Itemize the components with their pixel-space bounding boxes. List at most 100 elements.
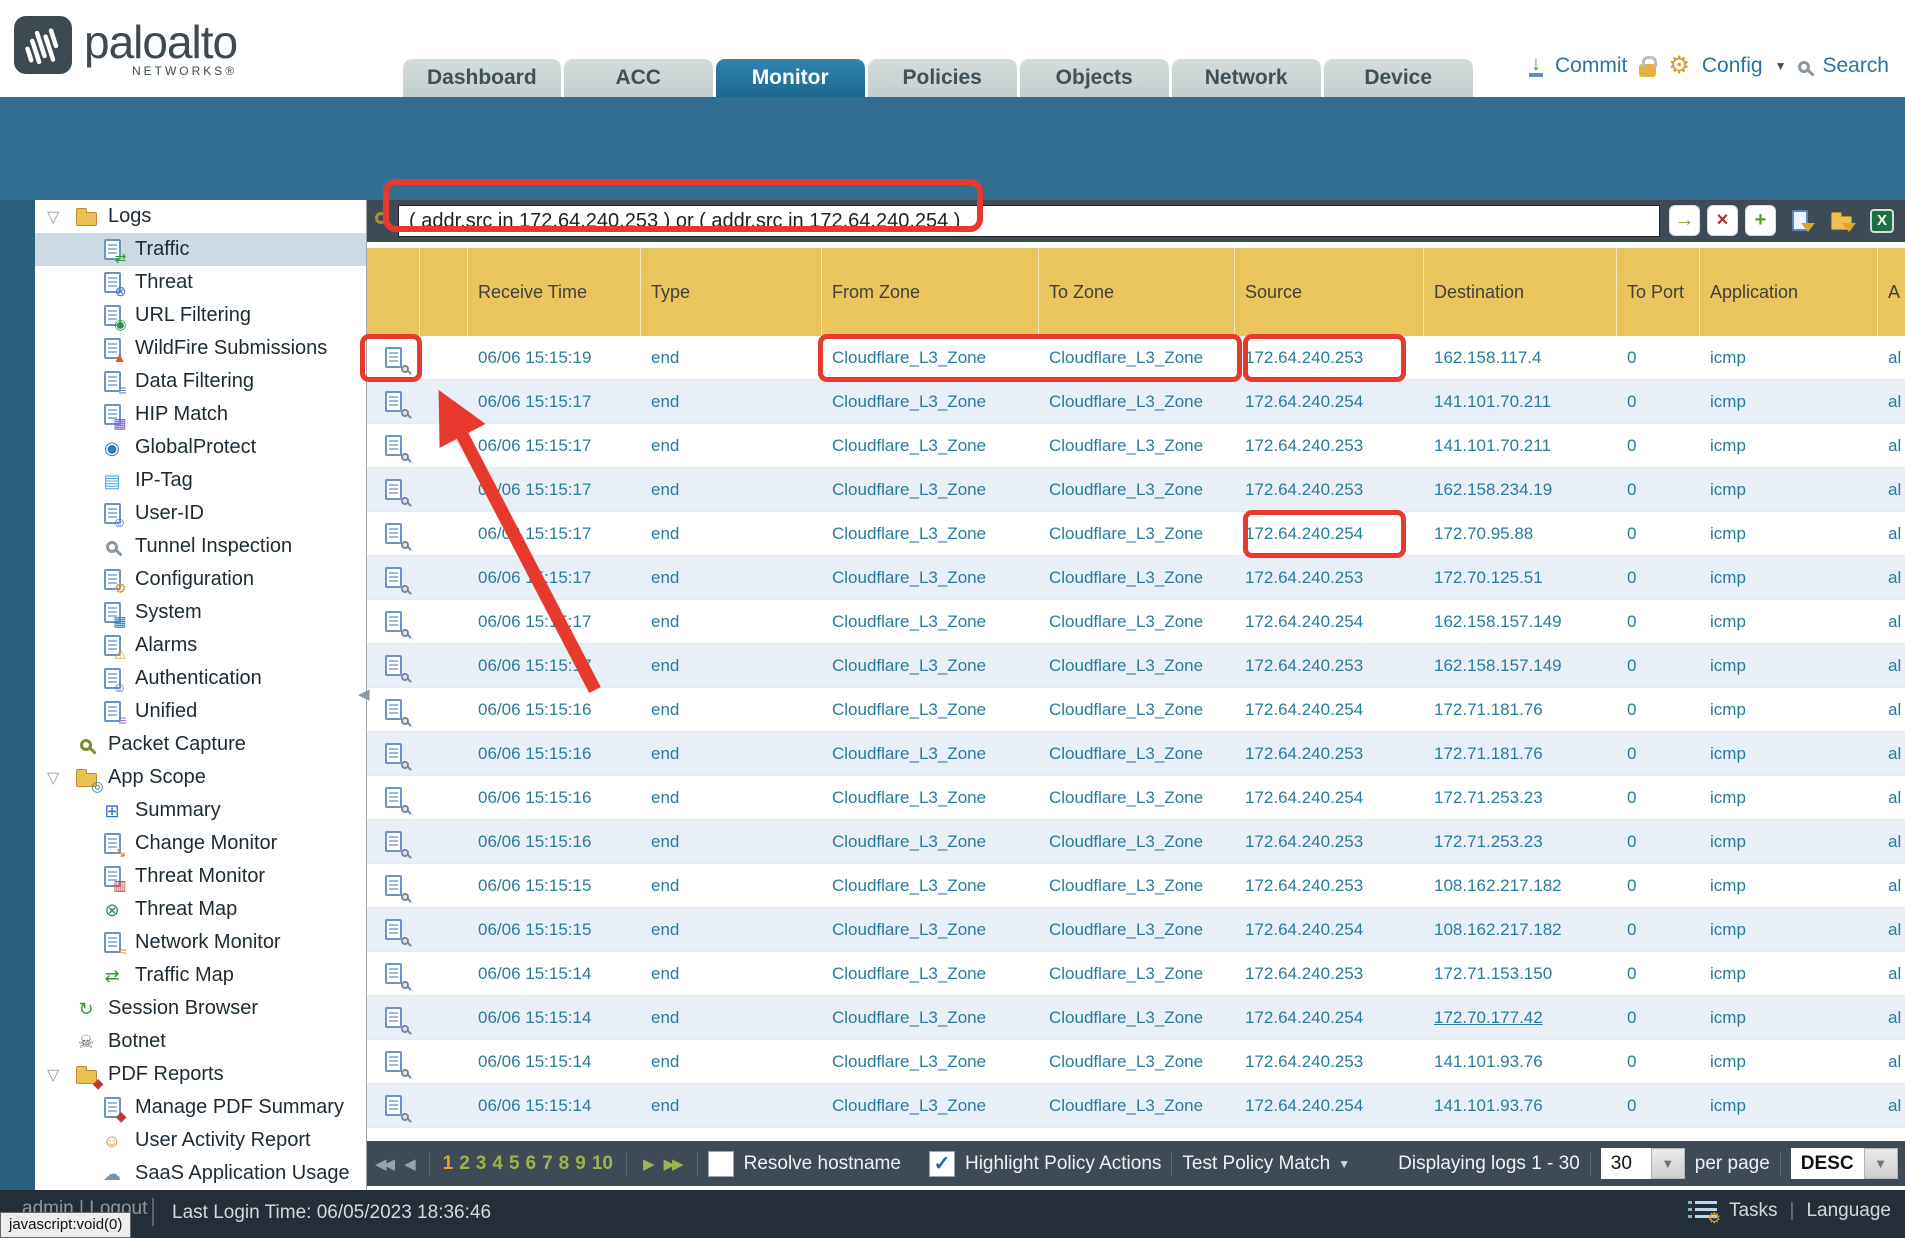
cell-application[interactable]: icmp: [1700, 644, 1878, 687]
resolve-hostname-checkbox[interactable]: [708, 1151, 734, 1177]
filter-builder-button[interactable]: [1783, 205, 1817, 236]
log-detail-button[interactable]: [367, 864, 420, 907]
export-csv-button[interactable]: X: [1865, 205, 1899, 236]
cell-from-zone[interactable]: Cloudflare_L3_Zone: [822, 1084, 1039, 1127]
sidebar-item-session-browser[interactable]: ↻Session Browser: [35, 992, 366, 1025]
log-detail-button[interactable]: [367, 952, 420, 995]
log-row[interactable]: 06/06 15:15:17endCloudflare_L3_ZoneCloud…: [367, 468, 1905, 512]
tab-device[interactable]: Device: [1324, 59, 1473, 97]
cell-destination[interactable]: 108.162.217.182: [1424, 908, 1617, 951]
add-filter-button[interactable]: +: [1745, 205, 1776, 236]
cell-to-zone[interactable]: Cloudflare_L3_Zone: [1039, 864, 1235, 907]
next-page-icon[interactable]: ▶: [643, 1155, 652, 1173]
log-row[interactable]: 06/06 15:15:17endCloudflare_L3_ZoneCloud…: [367, 644, 1905, 688]
cell-destination[interactable]: 162.158.157.149: [1424, 644, 1617, 687]
page-number-5[interactable]: 5: [509, 1153, 520, 1175]
tab-policies[interactable]: Policies: [868, 59, 1017, 97]
tasks-button[interactable]: Tasks: [1729, 1200, 1778, 1222]
page-number-9[interactable]: 9: [575, 1153, 586, 1175]
cell-application[interactable]: icmp: [1700, 424, 1878, 467]
cell-application[interactable]: icmp: [1700, 336, 1878, 379]
per-page-caret-icon[interactable]: ▼: [1651, 1148, 1685, 1179]
log-detail-button[interactable]: [367, 908, 420, 951]
sidebar-item-logs[interactable]: ▽Logs: [35, 200, 366, 233]
cell-to-zone[interactable]: Cloudflare_L3_Zone: [1039, 556, 1235, 599]
cell-from-zone[interactable]: Cloudflare_L3_Zone: [822, 820, 1039, 863]
log-row[interactable]: 06/06 15:15:14endCloudflare_L3_ZoneCloud…: [367, 1040, 1905, 1084]
log-row[interactable]: 06/06 15:15:14endCloudflare_L3_ZoneCloud…: [367, 1084, 1905, 1128]
cell-source[interactable]: 172.64.240.254: [1235, 512, 1424, 555]
cell-destination[interactable]: 141.101.93.76: [1424, 1040, 1617, 1083]
log-row[interactable]: 06/06 15:15:15endCloudflare_L3_ZoneCloud…: [367, 864, 1905, 908]
log-row[interactable]: 06/06 15:15:17endCloudflare_L3_ZoneCloud…: [367, 380, 1905, 424]
expander-icon[interactable]: ▽: [47, 768, 67, 788]
sidebar-item-traffic[interactable]: ⇄Traffic: [35, 233, 366, 266]
log-detail-button[interactable]: [367, 1084, 420, 1127]
cell-source[interactable]: 172.64.240.254: [1235, 380, 1424, 423]
sidebar-item-hip-match[interactable]: ▦HIP Match: [35, 398, 366, 431]
highlight-policy-checkbox[interactable]: ✓: [929, 1151, 955, 1177]
cell-application[interactable]: icmp: [1700, 1084, 1878, 1127]
cell-from-zone[interactable]: Cloudflare_L3_Zone: [822, 512, 1039, 555]
cell-destination[interactable]: 108.162.217.182: [1424, 864, 1617, 907]
cell-from-zone[interactable]: Cloudflare_L3_Zone: [822, 776, 1039, 819]
cell-application[interactable]: icmp: [1700, 732, 1878, 775]
cell-to-zone[interactable]: Cloudflare_L3_Zone: [1039, 644, 1235, 687]
column-header-application[interactable]: Application: [1700, 248, 1878, 336]
cell-source[interactable]: 172.64.240.253: [1235, 952, 1424, 995]
test-policy-caret-icon[interactable]: ▼: [1338, 1157, 1350, 1171]
sidebar-item-ip-tag[interactable]: ▤IP-Tag: [35, 464, 366, 497]
page-number-3[interactable]: 3: [476, 1153, 487, 1175]
log-detail-button[interactable]: [367, 468, 420, 511]
cell-source[interactable]: 172.64.240.254: [1235, 996, 1424, 1039]
cell-source[interactable]: 172.64.240.254: [1235, 600, 1424, 643]
cell-application[interactable]: icmp: [1700, 952, 1878, 995]
config-caret-icon[interactable]: ▼: [1775, 59, 1787, 73]
column-header-destination[interactable]: Destination: [1424, 248, 1617, 336]
cell-application[interactable]: icmp: [1700, 600, 1878, 643]
cell-source[interactable]: 172.64.240.253: [1235, 644, 1424, 687]
test-policy-match-button[interactable]: Test Policy Match: [1182, 1153, 1330, 1175]
log-detail-button[interactable]: [367, 644, 420, 687]
cell-destination[interactable]: 162.158.157.149: [1424, 600, 1617, 643]
column-header-type[interactable]: Type: [641, 248, 822, 336]
cell-source[interactable]: 172.64.240.253: [1235, 1040, 1424, 1083]
cell-source[interactable]: 172.64.240.254: [1235, 908, 1424, 951]
log-detail-button[interactable]: [367, 556, 420, 599]
cell-from-zone[interactable]: Cloudflare_L3_Zone: [822, 908, 1039, 951]
page-number-10[interactable]: 10: [592, 1153, 613, 1175]
page-number-4[interactable]: 4: [492, 1153, 503, 1175]
log-detail-button[interactable]: [367, 1040, 420, 1083]
commit-button[interactable]: Commit: [1555, 54, 1627, 78]
sidebar-item-app-scope[interactable]: ▽◎App Scope: [35, 761, 366, 794]
cell-application[interactable]: icmp: [1700, 688, 1878, 731]
cell-destination[interactable]: 141.101.70.211: [1424, 380, 1617, 423]
log-detail-button[interactable]: [367, 424, 420, 467]
cell-destination[interactable]: 162.158.117.4: [1424, 336, 1617, 379]
cell-to-zone[interactable]: Cloudflare_L3_Zone: [1039, 1040, 1235, 1083]
cell-destination[interactable]: 172.71.181.76: [1424, 688, 1617, 731]
page-number-1[interactable]: 1: [443, 1153, 454, 1175]
cell-from-zone[interactable]: Cloudflare_L3_Zone: [822, 864, 1039, 907]
cell-from-zone[interactable]: Cloudflare_L3_Zone: [822, 424, 1039, 467]
sidebar-item-manage-pdf-summary[interactable]: ◆Manage PDF Summary: [35, 1091, 366, 1124]
cell-from-zone[interactable]: Cloudflare_L3_Zone: [822, 468, 1039, 511]
page-number-7[interactable]: 7: [542, 1153, 553, 1175]
cell-source[interactable]: 172.64.240.254: [1235, 688, 1424, 731]
cell-application[interactable]: icmp: [1700, 468, 1878, 511]
log-row[interactable]: 06/06 15:15:16endCloudflare_L3_ZoneCloud…: [367, 732, 1905, 776]
tab-objects[interactable]: Objects: [1020, 59, 1169, 97]
cell-to-zone[interactable]: Cloudflare_L3_Zone: [1039, 468, 1235, 511]
sidebar-item-user-id[interactable]: ☺User-ID: [35, 497, 366, 530]
cell-application[interactable]: icmp: [1700, 512, 1878, 555]
sidebar-item-wildfire-submissions[interactable]: ▲WildFire Submissions: [35, 332, 366, 365]
column-header-to-port[interactable]: To Port: [1617, 248, 1700, 336]
cell-source[interactable]: 172.64.240.253: [1235, 864, 1424, 907]
sidebar-item-botnet[interactable]: ☠Botnet: [35, 1025, 366, 1058]
log-row[interactable]: 06/06 15:15:17endCloudflare_L3_ZoneCloud…: [367, 600, 1905, 644]
column-header-from-zone[interactable]: From Zone: [822, 248, 1039, 336]
cell-source[interactable]: 172.64.240.253: [1235, 336, 1424, 379]
config-button[interactable]: Config: [1702, 54, 1763, 78]
cell-from-zone[interactable]: Cloudflare_L3_Zone: [822, 732, 1039, 775]
cell-destination[interactable]: 162.158.234.19: [1424, 468, 1617, 511]
